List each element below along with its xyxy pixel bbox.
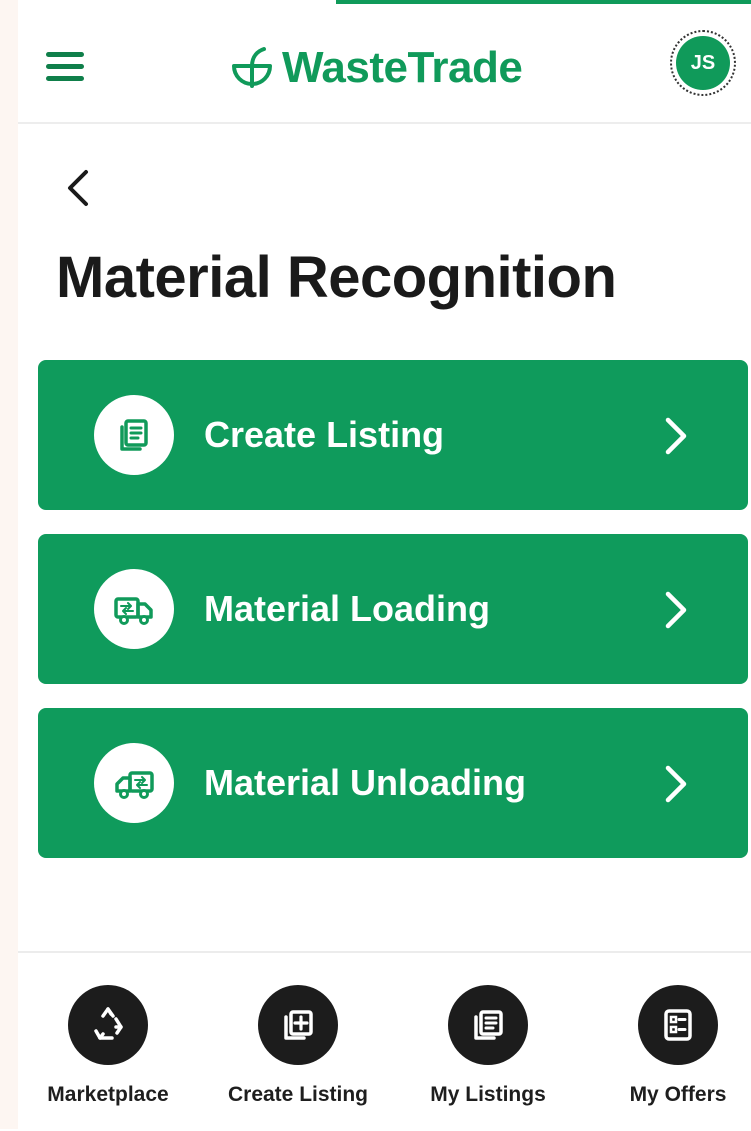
truck-unloading-icon: [94, 743, 174, 823]
recycle-icon: [68, 985, 148, 1065]
nav-my-offers-label: My Offers: [629, 1083, 727, 1106]
create-listing-card[interactable]: Create Listing: [38, 360, 748, 510]
create-listing-label: Create Listing: [204, 414, 445, 455]
brand-logo[interactable]: WasteTrade: [230, 38, 523, 98]
user-avatar[interactable]: JS: [670, 30, 736, 96]
app-header: WasteTrade JS: [18, 4, 751, 124]
nav-my-listings[interactable]: My Listings: [398, 985, 578, 1107]
nav-create-listing[interactable]: Create Listing: [208, 985, 388, 1107]
material-loading-card[interactable]: Material Loading: [38, 534, 748, 684]
listings-icon: [448, 985, 528, 1065]
chevron-right-icon: [665, 765, 687, 803]
nav-marketplace[interactable]: Marketplace: [18, 985, 198, 1107]
material-unloading-label: Material Unloading: [204, 762, 527, 803]
left-edge: [0, 0, 18, 1129]
bottom-navigation: Marketplace Create Listing My Listings M…: [18, 951, 751, 1131]
hamburger-menu-icon[interactable]: [46, 52, 84, 82]
material-unloading-card[interactable]: Material Unloading: [38, 708, 748, 858]
brand-name: WasteTrade: [282, 43, 523, 92]
chevron-left-icon[interactable]: [60, 166, 94, 210]
leaf-logo-icon: [232, 47, 272, 88]
page-title: Material Recognition: [56, 245, 617, 310]
add-listing-icon: [258, 985, 338, 1065]
avatar-initials: JS: [676, 36, 730, 90]
chevron-right-icon: [665, 417, 687, 455]
truck-loading-icon: [94, 569, 174, 649]
offers-icon: [638, 985, 718, 1065]
nav-marketplace-label: Marketplace: [47, 1083, 169, 1106]
chevron-right-icon: [665, 591, 687, 629]
listing-document-icon: [94, 395, 174, 475]
nav-my-listings-label: My Listings: [430, 1083, 546, 1106]
material-loading-label: Material Loading: [204, 588, 491, 629]
nav-create-listing-label: Create Listing: [227, 1083, 369, 1106]
nav-my-offers[interactable]: My Offers: [588, 985, 751, 1107]
